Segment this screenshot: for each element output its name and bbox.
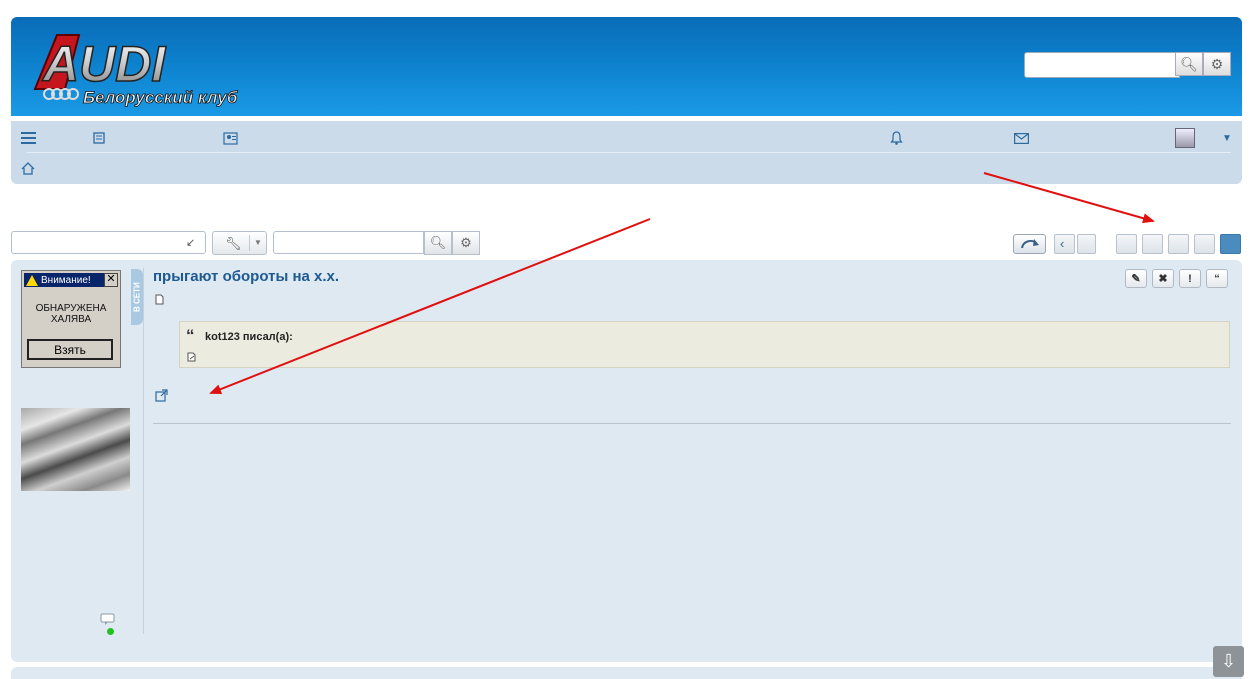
annotation-arrow-post xyxy=(209,218,651,394)
annotation-arrow-pagination xyxy=(983,172,1155,224)
annotation-arrows xyxy=(209,172,1155,394)
